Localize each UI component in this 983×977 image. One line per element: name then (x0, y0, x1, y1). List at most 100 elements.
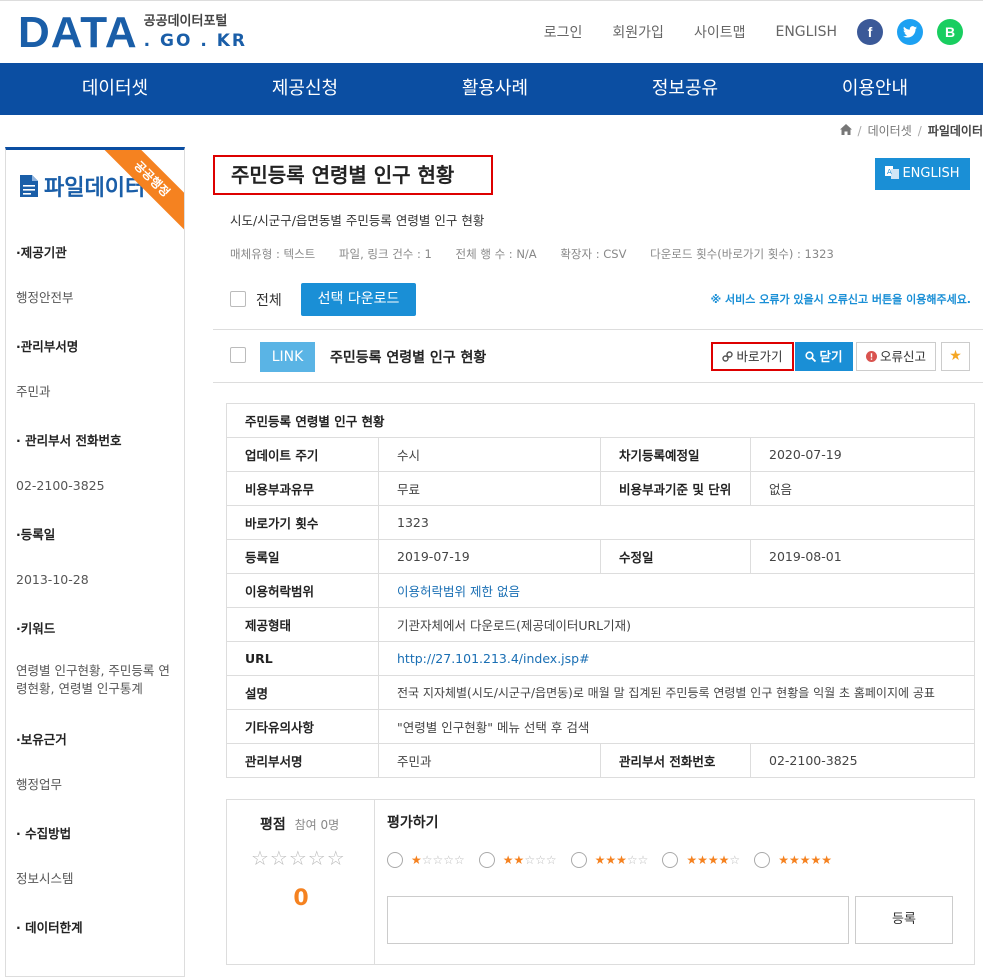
side-value-basis: 행정업무 (16, 777, 63, 792)
table-row: 바로가기 횟수 1323 (226, 505, 975, 540)
error-notice: ※ 서비스 오류가 있을시 오류신고 버튼을 이용해주세요. (710, 293, 972, 306)
nav-info-share[interactable]: 정보공유 (590, 63, 780, 115)
detail-value: 2019-07-19 (378, 539, 601, 574)
review-textarea[interactable] (387, 896, 849, 944)
top-links: 로그인 회원가입 사이트맵 ENGLISH f B (544, 19, 963, 45)
star-rating-icon: ★★★★☆ (686, 853, 741, 867)
rating-option-3[interactable]: ★★★☆☆ (570, 852, 649, 868)
star-rating-icon: ★☆☆☆☆ (411, 853, 465, 867)
login-link[interactable]: 로그인 (544, 22, 583, 42)
rating-radio[interactable] (570, 852, 587, 868)
detail-header: 주민등록 연령별 인구 현황 (226, 403, 975, 438)
nav-request[interactable]: 제공신청 (210, 63, 400, 115)
nav-cases[interactable]: 활용사례 (400, 63, 590, 115)
breadcrumb-dataset[interactable]: 데이터셋 (868, 122, 912, 139)
detail-table: 주민등록 연령별 인구 현황 업데이트 주기 수시 차기등록예정일 2020-0… (226, 403, 975, 778)
detail-key: 수정일 (600, 539, 751, 574)
url-link[interactable]: http://27.101.213.4/index.jsp# (397, 651, 590, 666)
close-button-label: 닫기 (819, 349, 843, 364)
side-value-keywords: 연령별 인구현황, 주민등록 연령현황, 연령별 인구통계 (16, 663, 170, 696)
detail-key: 설명 (226, 675, 379, 710)
meta-extension: 확장자 : CSV (560, 247, 627, 261)
search-icon (805, 343, 817, 372)
star-rating-icon: ★★☆☆☆ (502, 853, 557, 867)
detail-key: 등록일 (226, 539, 379, 574)
twitter-icon[interactable] (897, 19, 923, 45)
facebook-icon[interactable]: f (857, 19, 883, 45)
side-label-keywords: ·키워드 (16, 621, 56, 636)
favorite-star-icon[interactable]: ★ (941, 342, 970, 371)
select-download-button[interactable]: 선택 다운로드 (301, 283, 416, 316)
select-all-checkbox[interactable] (230, 291, 246, 307)
site-header: DATA 공공데이터포털 . GO . KR 로그인 회원가입 사이트맵 ENG… (0, 0, 983, 63)
detail-value: 2019-08-01 (750, 539, 975, 574)
star-rating-icon: ★★★☆☆ (594, 853, 649, 867)
svg-text:A: A (887, 168, 892, 176)
table-row: 이용허락범위 이용허락범위 제한 없음 (226, 573, 975, 608)
rating-radio[interactable] (478, 852, 495, 868)
close-button[interactable]: 닫기 (795, 342, 853, 371)
meta-download-count: 다운로드 횟수(바로가기 횟수) : 1323 (650, 247, 834, 261)
detail-value: 무료 (378, 471, 601, 506)
side-label-limit: · 데이터한계 (16, 920, 83, 935)
table-row: 기타유의사항 "연령별 인구현황" 메뉴 선택 후 검색 (226, 709, 975, 744)
rating-radio[interactable] (754, 852, 771, 868)
participant-count: 참여 0명 (294, 818, 340, 832)
table-row: 등록일 2019-07-19 수정일 2019-08-01 (226, 539, 975, 574)
table-row: 설명 전국 지자체별(시도/시군구/읍면동)로 매월 말 집계된 주민등록 연령… (226, 675, 975, 710)
detail-value: 2020-07-19 (750, 437, 975, 472)
error-report-label: 오류신고 (879, 349, 926, 364)
nav-dataset[interactable]: 데이터셋 (20, 63, 210, 115)
detail-key: 관리부서명 (226, 743, 379, 778)
register-button[interactable]: 등록 (855, 896, 953, 944)
page-title: 주민등록 연령별 인구 현황 (213, 155, 493, 195)
detail-key: 차기등록예정일 (600, 437, 751, 472)
detail-key: 바로가기 횟수 (226, 505, 379, 540)
blog-icon[interactable]: B (937, 19, 963, 45)
side-label-phone: · 관리부서 전화번호 (16, 433, 122, 448)
table-row: URL http://27.101.213.4/index.jsp# (226, 641, 975, 676)
side-label-collect: · 수집방법 (16, 826, 72, 841)
table-row: 제공형태 기관자체에서 다운로드(제공데이터URL기재) (226, 607, 975, 642)
detail-value: 1323 (378, 505, 975, 540)
rating-option-5[interactable]: ★★★★★ (754, 852, 832, 868)
document-icon (20, 175, 38, 197)
detail-value: 전국 지자체별(시도/시군구/읍면동)로 매월 말 집계된 주민등록 연령별 인… (378, 675, 975, 710)
license-link[interactable]: 이용허락범위 제한 없음 (397, 584, 520, 599)
evaluate-title: 평가하기 (387, 815, 439, 831)
detail-key: URL (226, 641, 379, 676)
signup-link[interactable]: 회원가입 (612, 22, 664, 42)
rating-option-4[interactable]: ★★★★☆ (662, 852, 740, 868)
detail-value: 수시 (378, 437, 601, 472)
rating-option-2[interactable]: ★★☆☆☆ (478, 852, 557, 868)
sitemap-link[interactable]: 사이트맵 (694, 22, 746, 42)
link-icon (722, 345, 734, 370)
breadcrumb-separator: / (917, 123, 922, 138)
select-bar: 전체 선택 다운로드 ※ 서비스 오류가 있을시 오류신고 버튼을 이용해주세요… (213, 270, 983, 330)
table-row: 업데이트 주기 수시 차기등록예정일 2020-07-19 (226, 437, 975, 472)
breadcrumb-separator: / (857, 123, 862, 138)
average-stars: ☆☆☆☆☆ (251, 846, 346, 870)
site-logo[interactable]: DATA 공공데이터포털 . GO . KR (18, 11, 247, 55)
file-meta: 매체유형 : 텍스트 파일, 링크 건수 : 1 전체 행 수 : N/A 확장… (230, 246, 854, 262)
average-score: 0 (293, 886, 309, 911)
english-button[interactable]: A ENGLISH (875, 158, 970, 190)
home-icon[interactable] (839, 123, 852, 138)
rating-option-1[interactable]: ★☆☆☆☆ (387, 852, 465, 868)
rating-panel: 평점 참여 0명 ☆☆☆☆☆ 0 평가하기 ★☆☆☆☆ ★★☆☆☆ ★★★☆☆ … (226, 799, 975, 965)
file-title: 주민등록 연령별 인구 현황 (330, 350, 487, 366)
logo-domain-text: . GO . KR (143, 31, 248, 51)
main-nav: 데이터셋 제공신청 활용사례 정보공유 이용안내 (0, 63, 983, 115)
go-link-button[interactable]: 바로가기 (711, 342, 794, 371)
detail-key: 비용부과유무 (226, 471, 379, 506)
side-value-collect: 정보시스템 (16, 871, 74, 886)
english-link[interactable]: ENGLISH (775, 24, 837, 40)
file-checkbox[interactable] (230, 347, 246, 363)
error-report-button[interactable]: 오류신고 (856, 342, 936, 371)
rating-radio[interactable] (662, 852, 679, 868)
sidebar: 파일데이터 공공행정 ·제공기관 행정안전부 ·관리부서명 주민과 · 관리부서… (5, 147, 185, 977)
rating-radio[interactable] (387, 852, 403, 868)
nav-guide[interactable]: 이용안내 (780, 63, 970, 115)
score-label: 평점 (260, 817, 286, 833)
translate-icon: A (885, 160, 900, 192)
